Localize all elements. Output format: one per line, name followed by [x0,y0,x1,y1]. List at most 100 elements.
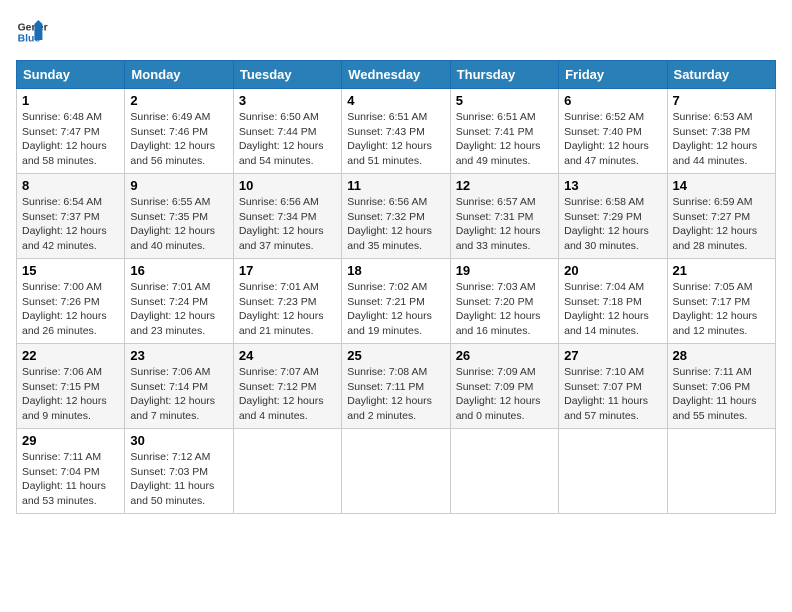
calendar-cell: 21 Sunrise: 7:05 AMSunset: 7:17 PMDaylig… [667,259,775,344]
calendar-cell [667,429,775,514]
day-detail: Sunrise: 7:11 AMSunset: 7:04 PMDaylight:… [22,451,106,507]
calendar-cell: 27 Sunrise: 7:10 AMSunset: 7:07 PMDaylig… [559,344,667,429]
day-detail: Sunrise: 6:48 AMSunset: 7:47 PMDaylight:… [22,111,107,167]
calendar-cell: 18 Sunrise: 7:02 AMSunset: 7:21 PMDaylig… [342,259,450,344]
weekday-header-thursday: Thursday [450,61,558,89]
day-number: 19 [456,263,553,278]
day-number: 29 [22,433,119,448]
calendar-cell [559,429,667,514]
day-detail: Sunrise: 6:53 AMSunset: 7:38 PMDaylight:… [673,111,758,167]
day-number: 15 [22,263,119,278]
calendar-cell: 15 Sunrise: 7:00 AMSunset: 7:26 PMDaylig… [17,259,125,344]
calendar-cell: 14 Sunrise: 6:59 AMSunset: 7:27 PMDaylig… [667,174,775,259]
calendar-cell: 25 Sunrise: 7:08 AMSunset: 7:11 PMDaylig… [342,344,450,429]
day-detail: Sunrise: 6:51 AMSunset: 7:41 PMDaylight:… [456,111,541,167]
day-number: 21 [673,263,770,278]
day-number: 2 [130,93,227,108]
day-detail: Sunrise: 7:05 AMSunset: 7:17 PMDaylight:… [673,281,758,337]
day-number: 4 [347,93,444,108]
weekday-header-saturday: Saturday [667,61,775,89]
day-number: 22 [22,348,119,363]
day-number: 24 [239,348,336,363]
day-detail: Sunrise: 6:56 AMSunset: 7:32 PMDaylight:… [347,196,432,252]
calendar-cell: 3 Sunrise: 6:50 AMSunset: 7:44 PMDayligh… [233,89,341,174]
day-number: 3 [239,93,336,108]
day-number: 27 [564,348,661,363]
day-detail: Sunrise: 6:58 AMSunset: 7:29 PMDaylight:… [564,196,649,252]
weekday-header-tuesday: Tuesday [233,61,341,89]
calendar-cell: 28 Sunrise: 7:11 AMSunset: 7:06 PMDaylig… [667,344,775,429]
day-number: 11 [347,178,444,193]
calendar-cell: 4 Sunrise: 6:51 AMSunset: 7:43 PMDayligh… [342,89,450,174]
weekday-header-friday: Friday [559,61,667,89]
day-number: 5 [456,93,553,108]
calendar-cell: 20 Sunrise: 7:04 AMSunset: 7:18 PMDaylig… [559,259,667,344]
calendar-cell [450,429,558,514]
day-detail: Sunrise: 6:56 AMSunset: 7:34 PMDaylight:… [239,196,324,252]
day-number: 16 [130,263,227,278]
weekday-header-sunday: Sunday [17,61,125,89]
calendar-cell: 22 Sunrise: 7:06 AMSunset: 7:15 PMDaylig… [17,344,125,429]
calendar-cell: 24 Sunrise: 7:07 AMSunset: 7:12 PMDaylig… [233,344,341,429]
logo: General Blue [16,16,48,48]
day-detail: Sunrise: 7:11 AMSunset: 7:06 PMDaylight:… [673,366,757,422]
calendar-cell [342,429,450,514]
logo-icon: General Blue [16,16,48,48]
day-number: 30 [130,433,227,448]
day-number: 12 [456,178,553,193]
calendar-cell: 16 Sunrise: 7:01 AMSunset: 7:24 PMDaylig… [125,259,233,344]
day-detail: Sunrise: 6:54 AMSunset: 7:37 PMDaylight:… [22,196,107,252]
weekday-header-wednesday: Wednesday [342,61,450,89]
day-detail: Sunrise: 7:10 AMSunset: 7:07 PMDaylight:… [564,366,648,422]
calendar-cell: 12 Sunrise: 6:57 AMSunset: 7:31 PMDaylig… [450,174,558,259]
day-detail: Sunrise: 6:49 AMSunset: 7:46 PMDaylight:… [130,111,215,167]
calendar-cell: 10 Sunrise: 6:56 AMSunset: 7:34 PMDaylig… [233,174,341,259]
calendar-cell: 9 Sunrise: 6:55 AMSunset: 7:35 PMDayligh… [125,174,233,259]
calendar-cell: 19 Sunrise: 7:03 AMSunset: 7:20 PMDaylig… [450,259,558,344]
day-detail: Sunrise: 7:01 AMSunset: 7:24 PMDaylight:… [130,281,215,337]
day-number: 23 [130,348,227,363]
calendar-cell: 29 Sunrise: 7:11 AMSunset: 7:04 PMDaylig… [17,429,125,514]
calendar-cell: 7 Sunrise: 6:53 AMSunset: 7:38 PMDayligh… [667,89,775,174]
calendar-cell: 17 Sunrise: 7:01 AMSunset: 7:23 PMDaylig… [233,259,341,344]
day-number: 25 [347,348,444,363]
day-detail: Sunrise: 6:59 AMSunset: 7:27 PMDaylight:… [673,196,758,252]
calendar-cell: 13 Sunrise: 6:58 AMSunset: 7:29 PMDaylig… [559,174,667,259]
calendar-cell: 23 Sunrise: 7:06 AMSunset: 7:14 PMDaylig… [125,344,233,429]
day-number: 20 [564,263,661,278]
day-detail: Sunrise: 6:52 AMSunset: 7:40 PMDaylight:… [564,111,649,167]
day-detail: Sunrise: 7:06 AMSunset: 7:15 PMDaylight:… [22,366,107,422]
day-detail: Sunrise: 7:12 AMSunset: 7:03 PMDaylight:… [130,451,214,507]
day-detail: Sunrise: 6:51 AMSunset: 7:43 PMDaylight:… [347,111,432,167]
day-number: 26 [456,348,553,363]
day-number: 6 [564,93,661,108]
day-detail: Sunrise: 7:00 AMSunset: 7:26 PMDaylight:… [22,281,107,337]
calendar-cell: 26 Sunrise: 7:09 AMSunset: 7:09 PMDaylig… [450,344,558,429]
day-number: 9 [130,178,227,193]
day-detail: Sunrise: 6:50 AMSunset: 7:44 PMDaylight:… [239,111,324,167]
calendar-cell [233,429,341,514]
day-detail: Sunrise: 7:01 AMSunset: 7:23 PMDaylight:… [239,281,324,337]
day-number: 17 [239,263,336,278]
day-detail: Sunrise: 7:08 AMSunset: 7:11 PMDaylight:… [347,366,432,422]
day-detail: Sunrise: 7:09 AMSunset: 7:09 PMDaylight:… [456,366,541,422]
calendar-cell: 1 Sunrise: 6:48 AMSunset: 7:47 PMDayligh… [17,89,125,174]
day-detail: Sunrise: 6:55 AMSunset: 7:35 PMDaylight:… [130,196,215,252]
weekday-header-monday: Monday [125,61,233,89]
calendar-table: SundayMondayTuesdayWednesdayThursdayFrid… [16,60,776,514]
day-number: 1 [22,93,119,108]
calendar-cell: 2 Sunrise: 6:49 AMSunset: 7:46 PMDayligh… [125,89,233,174]
day-number: 7 [673,93,770,108]
calendar-cell: 6 Sunrise: 6:52 AMSunset: 7:40 PMDayligh… [559,89,667,174]
svg-text:General: General [18,22,48,33]
day-detail: Sunrise: 6:57 AMSunset: 7:31 PMDaylight:… [456,196,541,252]
calendar-cell: 30 Sunrise: 7:12 AMSunset: 7:03 PMDaylig… [125,429,233,514]
day-detail: Sunrise: 7:07 AMSunset: 7:12 PMDaylight:… [239,366,324,422]
day-detail: Sunrise: 7:04 AMSunset: 7:18 PMDaylight:… [564,281,649,337]
day-detail: Sunrise: 7:02 AMSunset: 7:21 PMDaylight:… [347,281,432,337]
day-number: 18 [347,263,444,278]
day-number: 10 [239,178,336,193]
header: General Blue [16,16,776,48]
day-number: 8 [22,178,119,193]
calendar-cell: 8 Sunrise: 6:54 AMSunset: 7:37 PMDayligh… [17,174,125,259]
